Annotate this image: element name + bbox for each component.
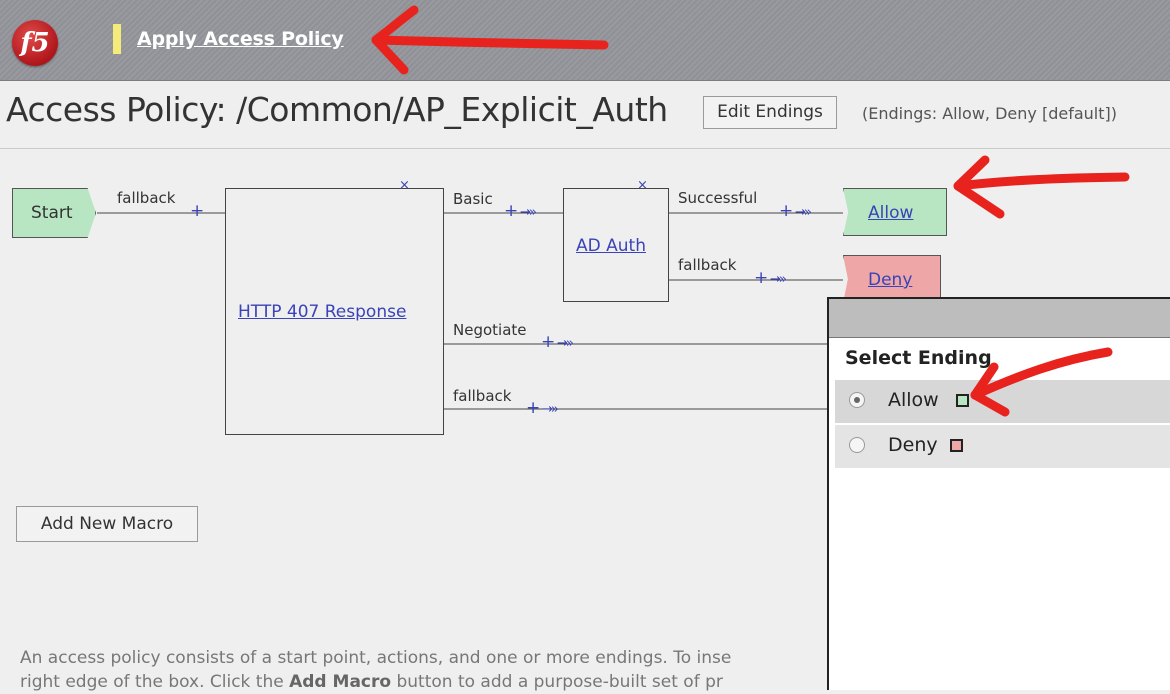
ending-option-allow[interactable]: Allow bbox=[835, 380, 1170, 423]
add-action-plus[interactable]: + bbox=[504, 201, 518, 221]
select-ending-popup: Select Ending Allow Deny bbox=[827, 297, 1170, 690]
branch-label-fallback: fallback bbox=[453, 387, 512, 405]
allow-color-swatch bbox=[956, 394, 969, 407]
start-branch-label: fallback bbox=[117, 189, 176, 207]
deny-option-label: Deny bbox=[888, 434, 938, 456]
allow-radio[interactable] bbox=[849, 392, 865, 408]
help-line-2-end: button to add a purpose-built set of pr bbox=[391, 672, 723, 692]
add-action-plus[interactable]: + bbox=[754, 268, 768, 288]
help-line-2-start: right edge of the box. Click the bbox=[20, 672, 290, 692]
branch-label-negotiate: Negotiate bbox=[453, 321, 527, 339]
branch-label-basic: Basic bbox=[453, 190, 493, 208]
popup-title-bar[interactable] bbox=[829, 299, 1170, 338]
http-407-response-link[interactable]: HTTP 407 Response bbox=[238, 302, 406, 322]
start-node: Start bbox=[12, 188, 96, 238]
ending-option-deny[interactable]: Deny bbox=[835, 425, 1170, 468]
allow-option-label: Allow bbox=[888, 389, 939, 411]
add-action-plus[interactable]: + bbox=[526, 398, 540, 418]
allow-ending[interactable]: Allow bbox=[843, 188, 947, 236]
branch-label-successful: Successful bbox=[678, 189, 758, 207]
help-line-1: An access policy consists of a start poi… bbox=[20, 648, 732, 668]
connector-arrow-icon: →» bbox=[795, 205, 812, 220]
connector-arrow-icon: →» bbox=[557, 336, 574, 351]
help-line-2: right edge of the box. Click the Add Mac… bbox=[20, 670, 840, 694]
deny-radio[interactable] bbox=[849, 437, 865, 453]
add-action-plus[interactable]: + bbox=[541, 332, 555, 352]
remove-http-action-icon[interactable]: × bbox=[399, 178, 410, 193]
connector-arrow-icon: →» bbox=[520, 205, 537, 220]
help-add-macro-bold: Add Macro bbox=[289, 672, 392, 692]
add-action-plus[interactable]: + bbox=[779, 201, 793, 221]
connector-arrow-icon: →» bbox=[542, 402, 559, 417]
branch-label-ad-fallback: fallback bbox=[678, 256, 737, 274]
add-action-plus[interactable]: + bbox=[190, 201, 204, 221]
popup-heading: Select Ending bbox=[845, 347, 992, 369]
ad-auth-link[interactable]: AD Auth bbox=[576, 236, 646, 256]
add-new-macro-button[interactable]: Add New Macro bbox=[16, 506, 198, 542]
connector-arrow-icon: →» bbox=[770, 272, 787, 287]
deny-ending[interactable]: Deny bbox=[843, 255, 941, 303]
remove-ad-action-icon[interactable]: × bbox=[637, 178, 648, 193]
help-text: An access policy consists of a start poi… bbox=[20, 646, 840, 694]
deny-color-swatch bbox=[950, 439, 963, 452]
